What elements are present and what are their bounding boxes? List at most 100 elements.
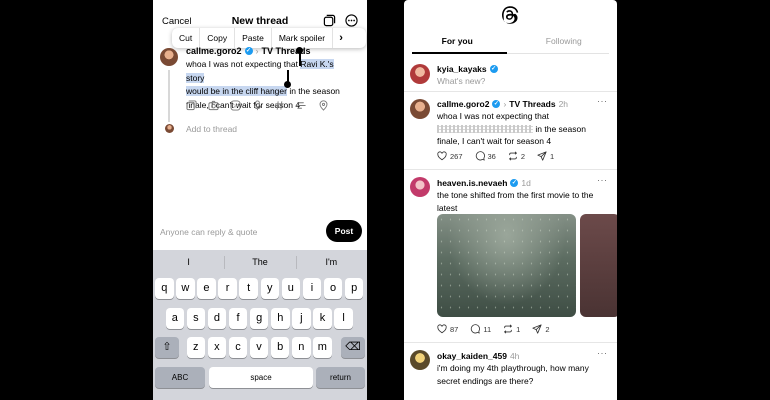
reply-button[interactable]: 11 bbox=[470, 324, 491, 334]
comment-icon bbox=[471, 324, 481, 334]
reply-settings[interactable]: Anyone can reply & quote bbox=[160, 227, 257, 237]
repost-button[interactable]: 1 bbox=[503, 324, 520, 334]
like-count: 87 bbox=[450, 324, 459, 334]
like-count: 267 bbox=[450, 151, 463, 161]
keyboard: I The I'm q w e r t y u i o p a s d f g h j k l ⇧ z x c v b n m ⌫ AB… bbox=[153, 250, 367, 400]
like-button[interactable]: 87 bbox=[437, 324, 458, 334]
key-i[interactable]: i bbox=[302, 278, 322, 299]
username-label[interactable]: heaven.is.nevaeh bbox=[437, 178, 507, 188]
avatar[interactable] bbox=[410, 177, 430, 197]
gif-icon[interactable]: GIF bbox=[230, 100, 241, 111]
heart-icon bbox=[437, 151, 447, 161]
more-options-icon[interactable] bbox=[345, 14, 358, 27]
key-f[interactable]: f bbox=[228, 308, 248, 329]
post-header: okay_kaiden_459 4h bbox=[437, 351, 519, 361]
post-time: 4h bbox=[509, 351, 520, 361]
suggestion-item[interactable]: The bbox=[224, 250, 295, 275]
selection-start-line bbox=[299, 51, 301, 66]
active-tab-indicator bbox=[412, 52, 507, 54]
add-to-thread-button[interactable]: Add to thread bbox=[186, 124, 237, 134]
key-m[interactable]: m bbox=[313, 337, 332, 358]
topic-label[interactable]: TV Threads bbox=[509, 99, 555, 109]
more-options-icon[interactable]: ··· bbox=[597, 96, 608, 106]
key-v[interactable]: v bbox=[249, 337, 269, 358]
location-icon[interactable] bbox=[318, 100, 329, 111]
backspace-key-icon[interactable]: ⌫ bbox=[341, 337, 365, 358]
feed-tabs: For you Following bbox=[404, 34, 617, 54]
attachment-toolbar: GIF bbox=[186, 100, 329, 111]
repost-button[interactable]: 2 bbox=[508, 151, 525, 161]
microphone-icon[interactable] bbox=[252, 100, 263, 111]
key-g[interactable]: g bbox=[249, 308, 269, 329]
key-e[interactable]: e bbox=[197, 278, 216, 299]
post-image[interactable] bbox=[580, 214, 617, 317]
like-button[interactable]: 267 bbox=[437, 151, 463, 161]
key-k[interactable]: k bbox=[313, 308, 332, 329]
verified-icon: ✓ bbox=[492, 100, 501, 108]
key-q[interactable]: q bbox=[155, 278, 174, 299]
reply-button[interactable]: 36 bbox=[475, 151, 496, 161]
key-h[interactable]: h bbox=[271, 308, 290, 329]
drafts-icon[interactable] bbox=[323, 14, 336, 27]
avatar[interactable] bbox=[410, 99, 430, 119]
poll-icon[interactable] bbox=[296, 100, 307, 111]
suggestion-item[interactable]: I bbox=[153, 250, 224, 275]
post-button[interactable]: Post bbox=[326, 220, 362, 242]
thread-line bbox=[168, 70, 170, 122]
post-header: callme.goro2 ✓ › TV Threads 2h bbox=[437, 99, 568, 109]
share-count: 2 bbox=[545, 324, 550, 334]
cut-menu-item[interactable]: Cut bbox=[172, 28, 201, 48]
key-x[interactable]: x bbox=[207, 337, 227, 358]
username-label[interactable]: okay_kaiden_459 bbox=[437, 351, 507, 361]
username-label[interactable]: callme.goro2 bbox=[437, 99, 489, 109]
topic-label[interactable]: TV Threads bbox=[262, 46, 311, 56]
return-key[interactable]: return bbox=[316, 367, 365, 388]
key-s[interactable]: s bbox=[186, 308, 206, 329]
hashtag-icon[interactable] bbox=[274, 100, 285, 111]
spoiler-mask[interactable] bbox=[437, 125, 533, 134]
selection-end-handle[interactable] bbox=[284, 81, 291, 88]
space-key[interactable]: space bbox=[209, 367, 313, 388]
key-a[interactable]: a bbox=[165, 308, 184, 329]
reply-count: 36 bbox=[487, 151, 496, 161]
key-n[interactable]: n bbox=[292, 337, 311, 358]
abc-key[interactable]: ABC bbox=[155, 367, 205, 388]
key-t[interactable]: t bbox=[239, 278, 258, 299]
key-z[interactable]: z bbox=[186, 337, 205, 358]
key-o[interactable]: o bbox=[323, 278, 343, 299]
key-j[interactable]: j bbox=[292, 308, 311, 329]
avatar[interactable] bbox=[410, 64, 430, 84]
share-button[interactable]: 2 bbox=[532, 324, 549, 334]
tab-for-you[interactable]: For you bbox=[404, 34, 511, 54]
key-w[interactable]: w bbox=[176, 278, 195, 299]
camera-icon[interactable] bbox=[208, 100, 219, 111]
share-button[interactable]: 1 bbox=[537, 151, 554, 161]
paste-menu-item[interactable]: Paste bbox=[235, 28, 272, 48]
text-segment: whoa I was not expecting that bbox=[437, 111, 549, 121]
shift-key-icon[interactable]: ⇧ bbox=[155, 337, 179, 358]
key-l[interactable]: l bbox=[334, 308, 353, 329]
more-options-icon[interactable]: ··· bbox=[597, 348, 608, 358]
post-image[interactable] bbox=[437, 214, 576, 317]
threads-logo-icon[interactable] bbox=[500, 5, 520, 25]
avatar[interactable] bbox=[410, 350, 430, 370]
key-r[interactable]: r bbox=[218, 278, 237, 299]
composer-user: kyia_kayaks ✓ bbox=[437, 64, 498, 74]
gallery-icon[interactable] bbox=[186, 100, 197, 111]
key-d[interactable]: d bbox=[207, 308, 227, 329]
key-y[interactable]: y bbox=[260, 278, 279, 299]
key-b[interactable]: b bbox=[270, 337, 290, 358]
text-segment: whoa I was not expecting that bbox=[186, 59, 301, 69]
key-u[interactable]: u bbox=[281, 278, 301, 299]
more-options-icon[interactable]: ··· bbox=[597, 175, 608, 185]
new-post-input[interactable]: What's new? bbox=[437, 75, 485, 88]
compose-screen: Cancel New thread Cut Copy Paste Mark sp… bbox=[153, 0, 367, 400]
copy-menu-item[interactable]: Copy bbox=[200, 28, 236, 48]
tab-following[interactable]: Following bbox=[511, 34, 618, 54]
key-c[interactable]: c bbox=[228, 337, 248, 358]
chevron-right-icon[interactable]: › bbox=[333, 28, 349, 48]
mark-spoiler-menu-item[interactable]: Mark spoiler bbox=[272, 28, 334, 48]
suggestion-item[interactable]: I'm bbox=[295, 250, 367, 275]
divider bbox=[404, 91, 617, 92]
key-p[interactable]: p bbox=[344, 278, 364, 299]
